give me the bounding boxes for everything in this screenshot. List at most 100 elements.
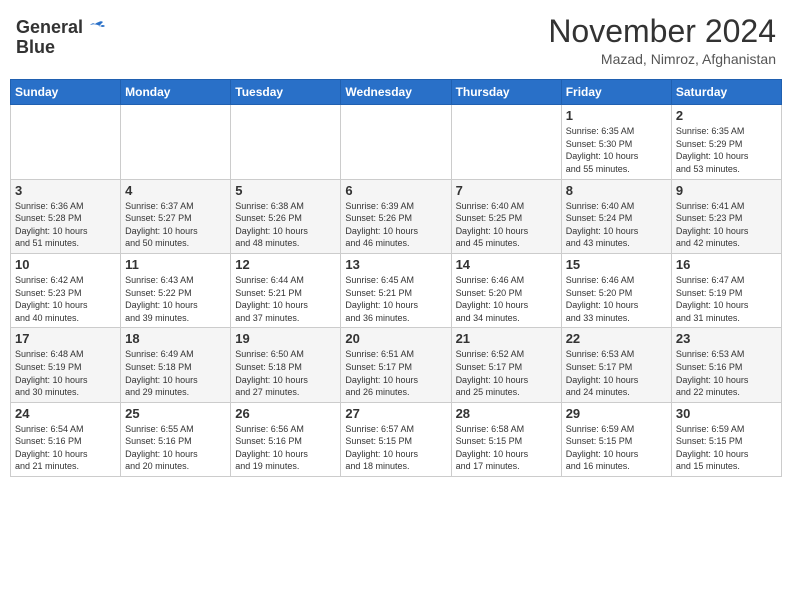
day-number: 10 bbox=[15, 257, 116, 272]
day-number: 4 bbox=[125, 183, 226, 198]
day-number: 30 bbox=[676, 406, 777, 421]
day-info: Sunrise: 6:55 AM Sunset: 5:16 PM Dayligh… bbox=[125, 423, 226, 473]
calendar-cell: 20 Sunrise: 6:51 AM Sunset: 5:17 PM Dayli… bbox=[341, 328, 451, 402]
day-number: 15 bbox=[566, 257, 667, 272]
calendar-week-4: 17 Sunrise: 6:48 AM Sunset: 5:19 PM Dayli… bbox=[11, 328, 782, 402]
calendar-cell: 5Sunrise: 6:38 AM Sunset: 5:26 PM Daylig… bbox=[231, 179, 341, 253]
day-number: 1 bbox=[566, 108, 667, 123]
day-info: Sunrise: 6:41 AM Sunset: 5:23 PM Dayligh… bbox=[676, 200, 777, 250]
calendar-cell: 9 Sunrise: 6:41 AM Sunset: 5:23 PM Daylig… bbox=[671, 179, 781, 253]
day-info: Sunrise: 6:35 AM Sunset: 5:30 PM Dayligh… bbox=[566, 125, 667, 175]
calendar-cell bbox=[121, 105, 231, 179]
day-info: Sunrise: 6:42 AM Sunset: 5:23 PM Dayligh… bbox=[15, 274, 116, 324]
location-title: Mazad, Nimroz, Afghanistan bbox=[548, 51, 776, 67]
day-info: Sunrise: 6:47 AM Sunset: 5:19 PM Dayligh… bbox=[676, 274, 777, 324]
day-info: Sunrise: 6:45 AM Sunset: 5:21 PM Dayligh… bbox=[345, 274, 446, 324]
calendar-cell: 7 Sunrise: 6:40 AM Sunset: 5:25 PM Daylig… bbox=[451, 179, 561, 253]
day-number: 13 bbox=[345, 257, 446, 272]
day-number: 22 bbox=[566, 331, 667, 346]
calendar-cell: 3 Sunrise: 6:36 AM Sunset: 5:28 PM Daylig… bbox=[11, 179, 121, 253]
calendar-cell: 14 Sunrise: 6:46 AM Sunset: 5:20 PM Dayli… bbox=[451, 253, 561, 327]
calendar-cell: 23 Sunrise: 6:53 AM Sunset: 5:16 PM Dayli… bbox=[671, 328, 781, 402]
day-number: 7 bbox=[456, 183, 557, 198]
calendar-cell: 6Sunrise: 6:39 AM Sunset: 5:26 PM Daylig… bbox=[341, 179, 451, 253]
day-info: Sunrise: 6:52 AM Sunset: 5:17 PM Dayligh… bbox=[456, 348, 557, 398]
day-info: Sunrise: 6:46 AM Sunset: 5:20 PM Dayligh… bbox=[566, 274, 667, 324]
calendar-cell: 24 Sunrise: 6:54 AM Sunset: 5:16 PM Dayli… bbox=[11, 402, 121, 476]
day-info: Sunrise: 6:48 AM Sunset: 5:19 PM Dayligh… bbox=[15, 348, 116, 398]
logo-bird-icon bbox=[85, 20, 105, 36]
col-header-thursday: Thursday bbox=[451, 80, 561, 105]
day-info: Sunrise: 6:51 AM Sunset: 5:17 PM Dayligh… bbox=[345, 348, 446, 398]
day-info: Sunrise: 6:54 AM Sunset: 5:16 PM Dayligh… bbox=[15, 423, 116, 473]
calendar-cell: 10 Sunrise: 6:42 AM Sunset: 5:23 PM Dayli… bbox=[11, 253, 121, 327]
day-info: Sunrise: 6:57 AM Sunset: 5:15 PM Dayligh… bbox=[345, 423, 446, 473]
calendar-cell: 13 Sunrise: 6:45 AM Sunset: 5:21 PM Dayli… bbox=[341, 253, 451, 327]
day-info: Sunrise: 6:36 AM Sunset: 5:28 PM Dayligh… bbox=[15, 200, 116, 250]
day-info: Sunrise: 6:50 AM Sunset: 5:18 PM Dayligh… bbox=[235, 348, 336, 398]
calendar-cell: 17 Sunrise: 6:48 AM Sunset: 5:19 PM Dayli… bbox=[11, 328, 121, 402]
day-info: Sunrise: 6:49 AM Sunset: 5:18 PM Dayligh… bbox=[125, 348, 226, 398]
calendar-week-5: 24 Sunrise: 6:54 AM Sunset: 5:16 PM Dayli… bbox=[11, 402, 782, 476]
day-info: Sunrise: 6:53 AM Sunset: 5:16 PM Dayligh… bbox=[676, 348, 777, 398]
calendar-week-1: 1 Sunrise: 6:35 AM Sunset: 5:30 PM Daylig… bbox=[11, 105, 782, 179]
calendar-cell: 11 Sunrise: 6:43 AM Sunset: 5:22 PM Dayli… bbox=[121, 253, 231, 327]
col-header-friday: Friday bbox=[561, 80, 671, 105]
calendar-cell: 26Sunrise: 6:56 AM Sunset: 5:16 PM Dayli… bbox=[231, 402, 341, 476]
calendar-week-3: 10 Sunrise: 6:42 AM Sunset: 5:23 PM Dayli… bbox=[11, 253, 782, 327]
calendar-cell: 30 Sunrise: 6:59 AM Sunset: 5:15 PM Dayli… bbox=[671, 402, 781, 476]
day-info: Sunrise: 6:46 AM Sunset: 5:20 PM Dayligh… bbox=[456, 274, 557, 324]
calendar-week-2: 3 Sunrise: 6:36 AM Sunset: 5:28 PM Daylig… bbox=[11, 179, 782, 253]
day-number: 3 bbox=[15, 183, 116, 198]
calendar-cell: 8Sunrise: 6:40 AM Sunset: 5:24 PM Daylig… bbox=[561, 179, 671, 253]
calendar-cell: 4Sunrise: 6:37 AM Sunset: 5:27 PM Daylig… bbox=[121, 179, 231, 253]
calendar-cell: 15 Sunrise: 6:46 AM Sunset: 5:20 PM Dayli… bbox=[561, 253, 671, 327]
col-header-saturday: Saturday bbox=[671, 80, 781, 105]
day-number: 20 bbox=[345, 331, 446, 346]
col-header-sunday: Sunday bbox=[11, 80, 121, 105]
day-info: Sunrise: 6:40 AM Sunset: 5:25 PM Dayligh… bbox=[456, 200, 557, 250]
day-number: 2 bbox=[676, 108, 777, 123]
calendar-cell bbox=[231, 105, 341, 179]
day-number: 27 bbox=[345, 406, 446, 421]
col-header-monday: Monday bbox=[121, 80, 231, 105]
day-number: 14 bbox=[456, 257, 557, 272]
logo: General Blue bbox=[16, 18, 105, 58]
page: General Blue November 2024 Mazad, Nimroz… bbox=[0, 0, 792, 612]
day-number: 25 bbox=[125, 406, 226, 421]
calendar: SundayMondayTuesdayWednesdayThursdayFrid… bbox=[10, 79, 782, 477]
month-title: November 2024 bbox=[548, 14, 776, 49]
day-number: 21 bbox=[456, 331, 557, 346]
day-number: 26 bbox=[235, 406, 336, 421]
day-number: 12 bbox=[235, 257, 336, 272]
day-number: 18 bbox=[125, 331, 226, 346]
day-info: Sunrise: 6:35 AM Sunset: 5:29 PM Dayligh… bbox=[676, 125, 777, 175]
day-number: 28 bbox=[456, 406, 557, 421]
calendar-cell bbox=[341, 105, 451, 179]
calendar-header-row: SundayMondayTuesdayWednesdayThursdayFrid… bbox=[11, 80, 782, 105]
day-number: 8 bbox=[566, 183, 667, 198]
day-number: 11 bbox=[125, 257, 226, 272]
day-info: Sunrise: 6:53 AM Sunset: 5:17 PM Dayligh… bbox=[566, 348, 667, 398]
day-number: 9 bbox=[676, 183, 777, 198]
day-number: 23 bbox=[676, 331, 777, 346]
logo-general: General bbox=[16, 18, 83, 38]
day-number: 17 bbox=[15, 331, 116, 346]
day-info: Sunrise: 6:43 AM Sunset: 5:22 PM Dayligh… bbox=[125, 274, 226, 324]
calendar-cell: 16Sunrise: 6:47 AM Sunset: 5:19 PM Dayli… bbox=[671, 253, 781, 327]
calendar-cell: 18 Sunrise: 6:49 AM Sunset: 5:18 PM Dayli… bbox=[121, 328, 231, 402]
logo-blue: Blue bbox=[16, 38, 55, 58]
calendar-cell bbox=[11, 105, 121, 179]
day-info: Sunrise: 6:59 AM Sunset: 5:15 PM Dayligh… bbox=[676, 423, 777, 473]
calendar-cell bbox=[451, 105, 561, 179]
calendar-cell: 1 Sunrise: 6:35 AM Sunset: 5:30 PM Daylig… bbox=[561, 105, 671, 179]
day-number: 6 bbox=[345, 183, 446, 198]
calendar-cell: 2 Sunrise: 6:35 AM Sunset: 5:29 PM Daylig… bbox=[671, 105, 781, 179]
day-info: Sunrise: 6:38 AM Sunset: 5:26 PM Dayligh… bbox=[235, 200, 336, 250]
calendar-cell: 27 Sunrise: 6:57 AM Sunset: 5:15 PM Dayli… bbox=[341, 402, 451, 476]
calendar-cell: 22 Sunrise: 6:53 AM Sunset: 5:17 PM Dayli… bbox=[561, 328, 671, 402]
day-number: 24 bbox=[15, 406, 116, 421]
day-number: 19 bbox=[235, 331, 336, 346]
col-header-wednesday: Wednesday bbox=[341, 80, 451, 105]
calendar-cell: 19 Sunrise: 6:50 AM Sunset: 5:18 PM Dayli… bbox=[231, 328, 341, 402]
